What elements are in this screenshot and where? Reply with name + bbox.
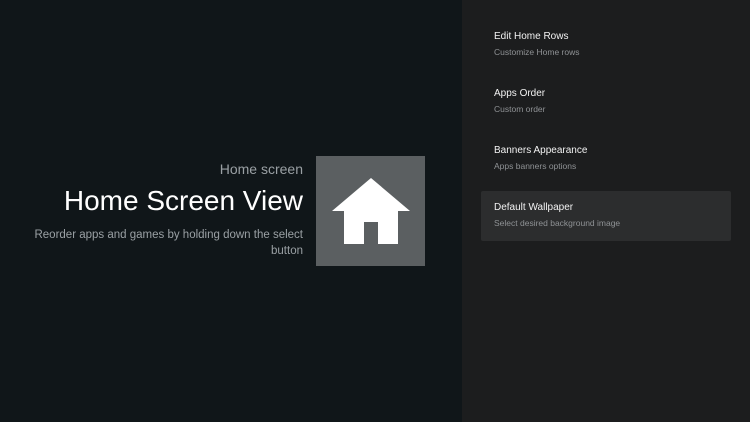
tv-settings-screen: Home screen Home Screen View Reorder app…: [0, 0, 750, 422]
menu-item-subtitle: Customize Home rows: [494, 47, 580, 57]
menu-item-banners-appearance[interactable]: Banners Appearance Apps banners options: [481, 134, 731, 184]
header-text: Home screen Home Screen View Reorder app…: [3, 158, 303, 259]
menu-item-title: Default Wallpaper: [494, 202, 574, 213]
menu-item-edit-home-rows[interactable]: Edit Home Rows Customize Home rows: [481, 20, 731, 70]
home-icon-tile: [316, 156, 425, 266]
page-title: Home Screen View: [63, 185, 303, 216]
menu-item-title: Edit Home Rows: [494, 31, 569, 42]
menu-item-title: Banners Appearance: [494, 145, 588, 156]
menu-item-subtitle: Custom order: [494, 104, 546, 114]
menu-item-title: Apps Order: [494, 88, 546, 99]
settings-menu: Edit Home Rows Customize Home rows Apps …: [481, 20, 731, 248]
info-panel: Home screen Home Screen View Reorder app…: [0, 0, 462, 422]
page-description: Reorder apps and games by holding down t…: [34, 229, 303, 257]
menu-item-subtitle: Select desired background image: [494, 218, 621, 228]
breadcrumb: Home screen: [219, 161, 303, 177]
home-icon: [331, 178, 410, 244]
menu-item-apps-order[interactable]: Apps Order Custom order: [481, 77, 731, 127]
settings-menu-panel: Edit Home Rows Customize Home rows Apps …: [462, 0, 750, 422]
menu-item-subtitle: Apps banners options: [494, 161, 577, 171]
menu-item-default-wallpaper[interactable]: Default Wallpaper Select desired backgro…: [481, 191, 731, 241]
